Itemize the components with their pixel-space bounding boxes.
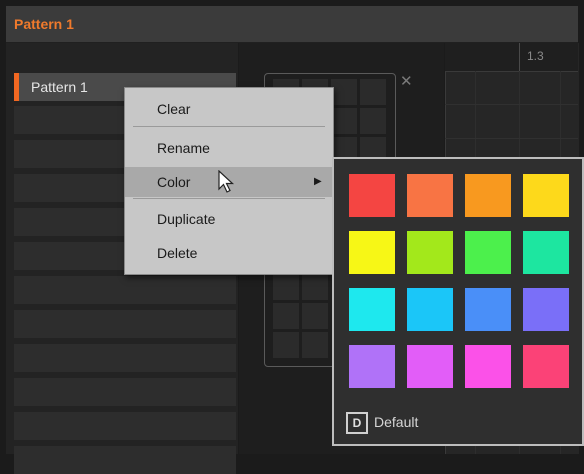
color-swatch[interactable] xyxy=(523,288,569,331)
menu-item-clear[interactable]: Clear xyxy=(125,94,333,124)
pad-cell[interactable] xyxy=(302,303,328,329)
close-icon[interactable]: ✕ xyxy=(400,72,413,90)
ruler-position-label: 1.3 xyxy=(527,49,544,63)
mouse-pointer-icon xyxy=(218,170,235,193)
color-swatch[interactable] xyxy=(407,174,453,217)
menu-item-label: Color xyxy=(157,174,191,190)
color-swatch[interactable] xyxy=(349,345,395,388)
pad-cell[interactable] xyxy=(302,274,328,300)
pad-cell[interactable] xyxy=(273,332,299,358)
timeline-row xyxy=(445,71,578,105)
pattern-slot[interactable] xyxy=(14,276,236,304)
color-palette-submenu: D Default xyxy=(332,157,584,446)
pad-cell[interactable] xyxy=(360,108,386,134)
pad-cell[interactable] xyxy=(331,108,357,134)
color-swatch[interactable] xyxy=(465,288,511,331)
default-color-icon[interactable]: D xyxy=(346,412,368,434)
color-swatch[interactable] xyxy=(349,288,395,331)
color-swatch[interactable] xyxy=(407,288,453,331)
color-swatch[interactable] xyxy=(407,231,453,274)
color-swatch[interactable] xyxy=(465,174,511,217)
pad-cell[interactable] xyxy=(273,303,299,329)
timeline-row xyxy=(445,105,578,139)
color-swatch[interactable] xyxy=(349,174,395,217)
menu-separator xyxy=(133,126,325,127)
menu-item-label: Delete xyxy=(157,245,198,261)
pattern-slot[interactable] xyxy=(14,344,236,372)
pattern-slot[interactable] xyxy=(14,378,236,406)
menu-separator xyxy=(133,198,325,199)
pattern-slot[interactable] xyxy=(14,310,236,338)
window-title: Pattern 1 xyxy=(14,16,74,32)
menu-item-label: Duplicate xyxy=(157,211,216,227)
color-swatch[interactable] xyxy=(465,345,511,388)
selected-accent xyxy=(14,73,19,101)
color-swatch[interactable] xyxy=(523,174,569,217)
menu-item-delete[interactable]: Delete xyxy=(125,238,333,268)
ruler-tick xyxy=(519,43,520,71)
chevron-right-icon: ▶ xyxy=(314,176,322,187)
pad-cell[interactable] xyxy=(302,332,328,358)
pad-cell[interactable] xyxy=(331,79,357,105)
color-swatch[interactable] xyxy=(407,345,453,388)
title-bar: Pattern 1 xyxy=(6,6,578,43)
color-swatch[interactable] xyxy=(523,345,569,388)
pad-cell[interactable] xyxy=(360,79,386,105)
pad-cell[interactable] xyxy=(273,274,299,300)
menu-item-label: Clear xyxy=(157,101,191,117)
color-swatch[interactable] xyxy=(523,231,569,274)
color-swatch[interactable] xyxy=(465,231,511,274)
color-swatch[interactable] xyxy=(349,231,395,274)
pattern-slot[interactable] xyxy=(14,446,236,474)
timeline-ruler[interactable]: 1.3 xyxy=(445,43,578,72)
pattern-slot[interactable] xyxy=(14,412,236,440)
default-color-label[interactable]: Default xyxy=(374,414,418,430)
menu-item-duplicate[interactable]: Duplicate xyxy=(125,204,333,234)
menu-item-rename[interactable]: Rename xyxy=(125,133,333,163)
menu-item-label: Rename xyxy=(157,140,210,156)
pattern-slot-label: Pattern 1 xyxy=(31,79,88,95)
